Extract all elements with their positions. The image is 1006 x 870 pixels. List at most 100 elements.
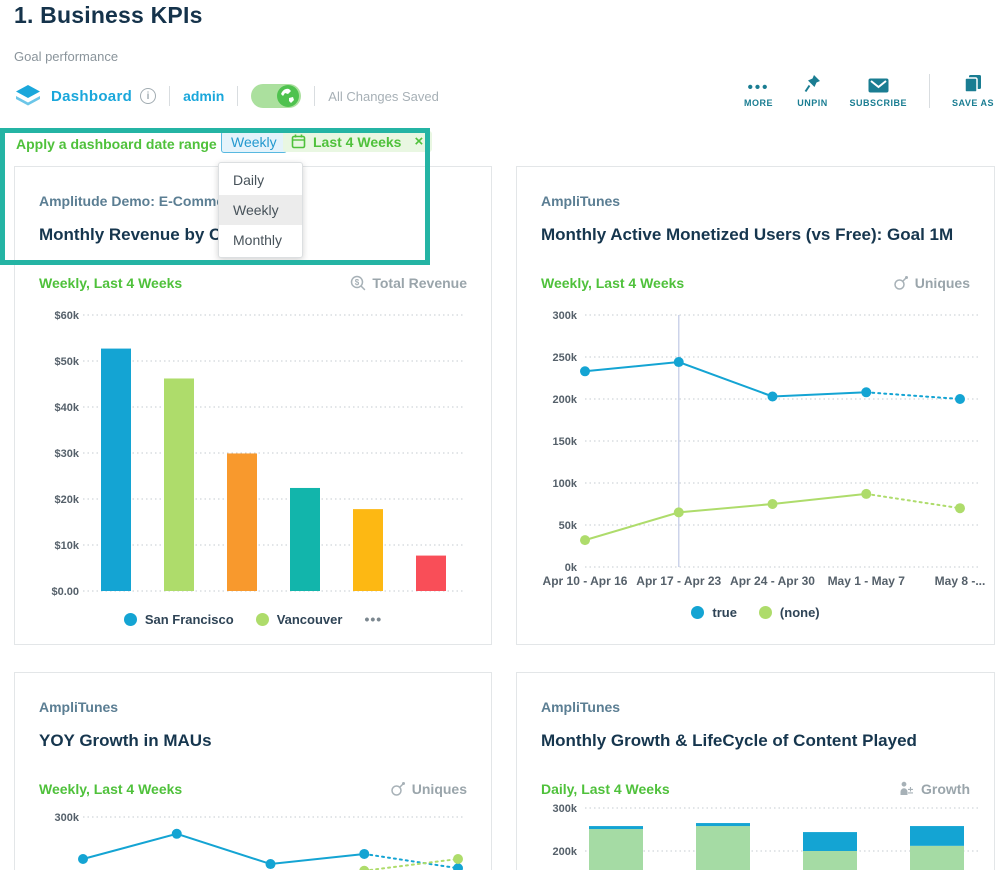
card-source[interactable]: AmpliTunes — [39, 699, 118, 715]
dashboard-type-label: Dashboard — [51, 88, 132, 105]
date-range-chip[interactable]: Last 4 Weeks × — [283, 131, 432, 152]
dropdown-option-weekly[interactable]: Weekly — [219, 195, 302, 225]
divider — [237, 86, 238, 106]
legend-item[interactable]: Vancouver — [256, 612, 343, 627]
svg-text:Apr 24 - Apr 30: Apr 24 - Apr 30 — [730, 574, 815, 588]
svg-text:200k: 200k — [553, 846, 578, 858]
svg-text:May 1 - May 7: May 1 - May 7 — [828, 574, 906, 588]
interval-dropdown: Daily Weekly Monthly — [218, 162, 303, 258]
card-period: Weekly, Last 4 Weeks — [39, 781, 182, 797]
metric-label: Uniques — [412, 781, 467, 797]
card-title[interactable]: Monthly Revenue by City — [39, 225, 241, 245]
info-icon[interactable]: i — [140, 88, 156, 104]
card-source[interactable]: AmpliTunes — [541, 699, 620, 715]
svg-text:100k: 100k — [553, 478, 578, 490]
save-as-label: SAVE AS — [952, 98, 994, 108]
divider — [929, 74, 930, 108]
page-title: 1. Business KPIs — [14, 2, 203, 29]
unpin-button[interactable]: UNPIN — [795, 74, 829, 108]
more-label: MORE — [744, 98, 773, 108]
save-as-button[interactable]: SAVE AS — [952, 74, 994, 108]
card-period: Weekly, Last 4 Weeks — [541, 275, 684, 291]
svg-text:±: ± — [908, 786, 914, 797]
svg-text:$30k: $30k — [55, 448, 80, 460]
legend-overflow-button[interactable]: ••• — [364, 611, 382, 627]
card-title[interactable]: Monthly Growth & LifeCycle of Content Pl… — [541, 731, 917, 751]
svg-text:Apr 17 - Apr 23: Apr 17 - Apr 23 — [636, 574, 721, 588]
card-title[interactable]: Monthly Active Monetized Users (vs Free)… — [541, 225, 953, 245]
metric-label: Uniques — [915, 275, 970, 291]
legend-label: San Francisco — [145, 612, 234, 627]
card-monthly-active-monetized-users: AmpliTunes Monthly Active Monetized User… — [516, 166, 995, 645]
card-monthly-growth-lifecycle: AmpliTunes Monthly Growth & LifeCycle of… — [516, 672, 995, 870]
svg-text:200k: 200k — [553, 394, 578, 406]
date-range-label: Last 4 Weeks — [313, 134, 401, 150]
card-metric: Uniques — [893, 275, 970, 291]
yoy-growth-line-chart: 300k — [39, 803, 501, 870]
legend-item[interactable]: (none) — [759, 605, 820, 620]
envelope-icon — [868, 74, 889, 93]
legend-label: (none) — [780, 605, 820, 620]
more-button[interactable]: ••• MORE — [741, 74, 775, 108]
svg-text:$40k: $40k — [55, 402, 80, 414]
revenue-bar-chart: $60k$50k$40k$30k$20k$10k$0.00 — [39, 297, 499, 609]
dashboard-actions: ••• MORE UNPIN SUBSCRIBE SAVE AS — [741, 74, 994, 108]
chart-legend: San Francisco Vancouver ••• — [15, 611, 491, 627]
copy-icon — [964, 74, 982, 93]
metric-label: Total Revenue — [372, 275, 467, 291]
svg-text:$10k: $10k — [55, 540, 80, 552]
legend-dot — [256, 613, 269, 626]
layers-icon — [14, 84, 42, 108]
date-range-prompt: Apply a dashboard date range — [16, 136, 217, 152]
visibility-toggle[interactable] — [251, 84, 301, 108]
svg-text:0k: 0k — [565, 562, 578, 574]
dashboard-meta-row: Dashboard i admin All Changes Saved — [14, 82, 439, 110]
card-source[interactable]: AmpliTunes — [541, 193, 620, 209]
svg-text:May 8 -...: May 8 -... — [935, 574, 986, 588]
interval-chip[interactable]: Weekly — [221, 131, 287, 153]
toggle-globe-icon — [277, 85, 299, 112]
svg-text:250k: 250k — [553, 352, 578, 364]
close-icon[interactable]: × — [408, 133, 423, 150]
legend-item[interactable]: San Francisco — [124, 612, 234, 627]
owner-link[interactable]: admin — [183, 88, 224, 104]
svg-text:$20k: $20k — [55, 494, 80, 506]
card-title[interactable]: YOY Growth in MAUs — [39, 731, 212, 751]
save-status: All Changes Saved — [328, 89, 439, 104]
card-yoy-growth-in-maus: AmpliTunes YOY Growth in MAUs Weekly, La… — [14, 672, 492, 870]
card-metric: Uniques — [390, 781, 467, 797]
growth-icon: ± — [899, 781, 915, 797]
legend-dot — [691, 606, 704, 619]
monetized-users-line-chart: 300k250k200k150k100k50k0kApr 10 - Apr 16… — [541, 297, 1003, 597]
ellipsis-icon: ••• — [748, 74, 770, 93]
growth-stacked-bar-chart: 300k 200k — [541, 798, 1003, 870]
card-period: Daily, Last 4 Weeks — [541, 781, 670, 797]
svg-text:300k: 300k — [553, 803, 578, 815]
legend-label: true — [712, 605, 737, 620]
card-source[interactable]: Amplitude Demo: E-Commerce — [39, 193, 245, 209]
svg-text:150k: 150k — [553, 436, 578, 448]
card-metric: ± Growth — [899, 781, 970, 797]
revenue-icon: $ — [350, 275, 366, 291]
subscribe-button[interactable]: SUBSCRIBE — [849, 74, 907, 108]
svg-text:300k: 300k — [55, 812, 80, 824]
subscribe-label: SUBSCRIBE — [849, 98, 907, 108]
card-period: Weekly, Last 4 Weeks — [39, 275, 182, 291]
calendar-icon — [291, 134, 306, 149]
dropdown-option-daily[interactable]: Daily — [219, 165, 302, 195]
svg-text:$0.00: $0.00 — [51, 586, 79, 598]
pin-icon — [803, 74, 821, 93]
legend-dot — [759, 606, 772, 619]
page-subtitle: Goal performance — [14, 49, 118, 64]
svg-text:300k: 300k — [553, 310, 578, 322]
svg-text:50k: 50k — [559, 520, 578, 532]
divider — [314, 86, 315, 106]
legend-item[interactable]: true — [691, 605, 737, 620]
unpin-label: UNPIN — [797, 98, 828, 108]
divider — [169, 86, 170, 106]
dropdown-option-monthly[interactable]: Monthly — [219, 225, 302, 255]
chart-legend: true (none) — [517, 605, 994, 620]
svg-text:$50k: $50k — [55, 356, 80, 368]
uniques-icon — [893, 275, 909, 291]
metric-label: Growth — [921, 781, 970, 797]
